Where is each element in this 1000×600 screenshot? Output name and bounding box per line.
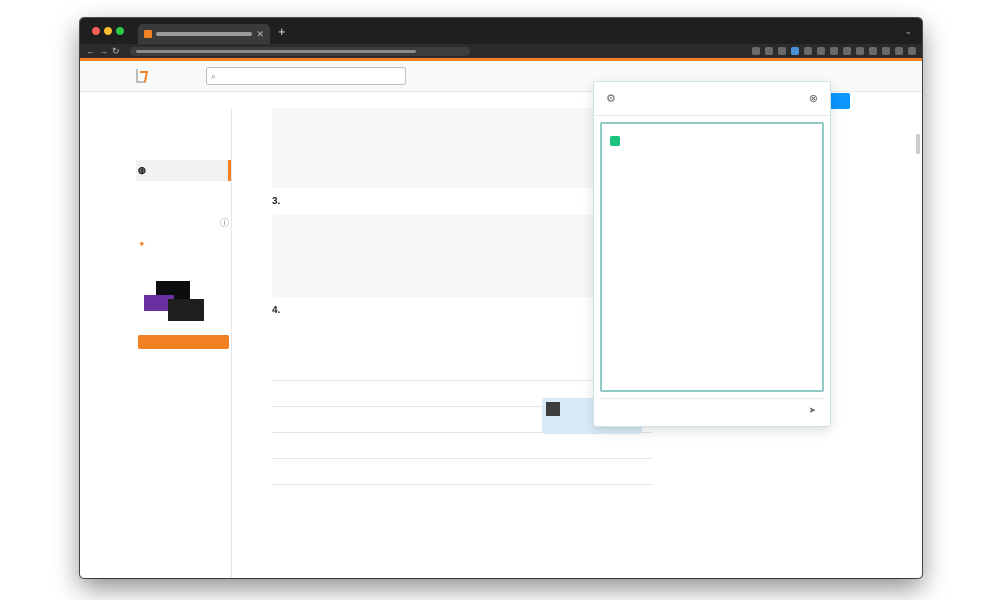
- close-tab-icon[interactable]: ✕: [256, 29, 264, 39]
- new-tab-button[interactable]: +: [278, 24, 286, 39]
- sidebar-item-users[interactable]: [136, 191, 231, 201]
- url-field[interactable]: [129, 46, 470, 56]
- extension-icon[interactable]: [895, 47, 903, 55]
- left-sidebar: ◍ ⓘ ✦: [136, 108, 232, 578]
- extension-icon[interactable]: [908, 47, 916, 55]
- sidebar-section-public: [136, 150, 231, 160]
- avatar[interactable]: [546, 402, 560, 416]
- back-icon[interactable]: ←: [86, 46, 95, 56]
- sidebar-section-collectives: ⓘ: [136, 211, 231, 234]
- comment: [272, 432, 652, 458]
- reload-icon[interactable]: ↻: [112, 46, 120, 56]
- section-number: 3.: [272, 196, 281, 207]
- browser-window: ✕ + ⌄ ← → ↻ ⌕ ◍ ⓘ ✦ 3. 4. ⚙ ⊗ ➤: [80, 18, 922, 578]
- extension-icon[interactable]: [869, 47, 877, 55]
- browser-tab[interactable]: ✕: [138, 24, 270, 44]
- comment: [272, 458, 652, 484]
- assistant-avatar-icon: [610, 136, 620, 146]
- teams-illustration: [144, 281, 204, 325]
- site-search-input[interactable]: ⌕: [206, 67, 406, 85]
- extension-icon[interactable]: [752, 47, 760, 55]
- popup-input[interactable]: ➤: [600, 398, 824, 422]
- globe-icon: ◍: [138, 165, 146, 175]
- window-controls: [92, 27, 124, 35]
- sidebar-item-questions[interactable]: ◍: [136, 160, 231, 181]
- settings-icon[interactable]: ⚙: [606, 92, 616, 105]
- comment: [272, 484, 652, 510]
- send-icon[interactable]: ➤: [808, 405, 816, 416]
- extension-icon[interactable]: [830, 47, 838, 55]
- extension-icon[interactable]: [804, 47, 812, 55]
- collectives-star-icon: ✦: [138, 239, 146, 249]
- page-scrollbar[interactable]: [916, 134, 920, 154]
- stackoverflow-favicon-icon: [144, 30, 152, 38]
- teams-promo: [136, 265, 231, 349]
- create-team-button[interactable]: [138, 335, 229, 349]
- chevron-down-icon[interactable]: ⌄: [904, 26, 912, 37]
- minimize-window-button[interactable]: [104, 27, 112, 35]
- extension-toolbar: [752, 47, 916, 55]
- popup-header: ⚙ ⊗: [594, 82, 830, 116]
- assistant-popup: ⚙ ⊗ ➤: [594, 82, 830, 426]
- sidebar-item-companies[interactable]: [136, 201, 231, 211]
- maximize-window-button[interactable]: [116, 27, 124, 35]
- address-bar: ← → ↻: [80, 44, 922, 58]
- extension-icon[interactable]: [778, 47, 786, 55]
- extension-icon[interactable]: [791, 47, 799, 55]
- close-window-button[interactable]: [92, 27, 100, 35]
- section-number: 4.: [272, 305, 281, 316]
- extension-icon[interactable]: [843, 47, 851, 55]
- extension-icon[interactable]: [856, 47, 864, 55]
- sidebar-item-explore-collectives[interactable]: ✦: [136, 234, 231, 255]
- extension-icon[interactable]: [817, 47, 825, 55]
- tab-title: [156, 32, 253, 36]
- sidebar-item-tags[interactable]: [136, 181, 231, 191]
- search-icon: ⌕: [211, 70, 217, 81]
- assistant-response: [600, 122, 824, 392]
- site-logo[interactable]: [136, 69, 150, 83]
- close-icon[interactable]: ⊗: [809, 92, 818, 105]
- extension-icon[interactable]: [882, 47, 890, 55]
- sidebar-item-home[interactable]: [136, 132, 231, 142]
- extension-icon[interactable]: [765, 47, 773, 55]
- stackoverflow-logo-icon: [136, 69, 146, 83]
- teams-text: [136, 269, 231, 273]
- info-icon[interactable]: ⓘ: [220, 216, 229, 229]
- url-text: [135, 49, 416, 53]
- title-bar: ✕ + ⌄: [80, 18, 922, 44]
- forward-icon[interactable]: →: [99, 46, 108, 56]
